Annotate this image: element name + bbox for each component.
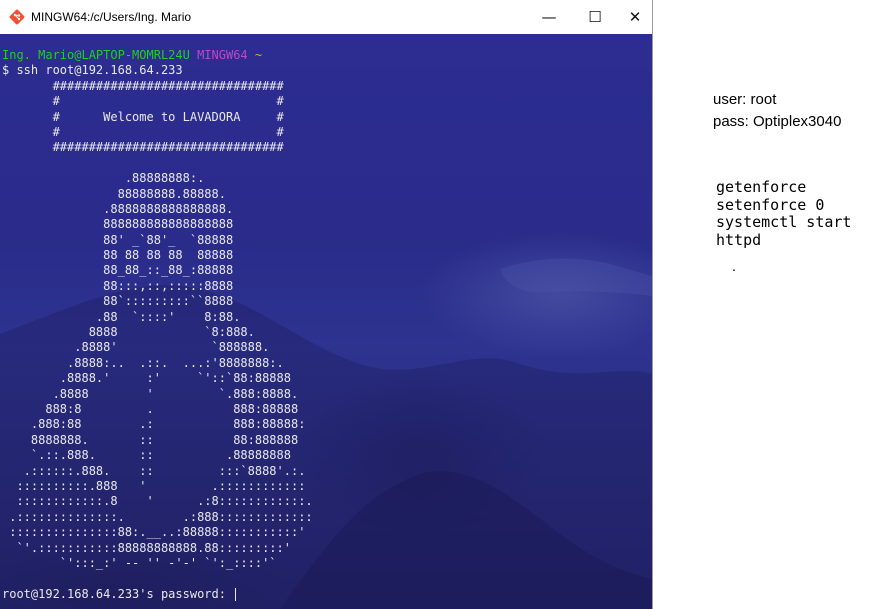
close-icon: ✕ (628, 8, 642, 26)
ascii-art-line (2, 571, 313, 586)
command-note: httpd (716, 230, 762, 249)
ascii-art-line: .88 `::::' 8:88. (2, 309, 241, 324)
ascii-art-line: `':::_:' -- '' -'-' `':_::::'` (2, 555, 277, 570)
command-note: getenforce (716, 178, 807, 196)
note-dot: . (732, 258, 736, 274)
ascii-art-line: .88888888:. (2, 171, 205, 186)
command-line: $ ssh root@192.168.64.233 (2, 63, 183, 78)
banner-line: # # (2, 94, 284, 109)
ascii-art-line: ::::::::::::.8 ' .:8::::::::::::. (2, 494, 313, 509)
ascii-art-line: 8888888. :: 88:888888 (2, 432, 299, 447)
maximize-button[interactable]: ☐ (572, 0, 618, 34)
ascii-art-line: 88' _`88'_ `88888 (2, 232, 234, 247)
command-notes: getenforce setenforce 0 systemctl start … (716, 178, 852, 249)
window-title: MINGW64:/c/Users/Ing. Mario (31, 10, 192, 24)
password-line: root@192.168.64.233's password: (2, 587, 313, 602)
ascii-art-line: 888:8 . 888:88888 (2, 401, 299, 416)
terminal-window: MINGW64:/c/Users/Ing. Mario — ☐ ✕ Ing. M… (0, 0, 653, 609)
prompt-path: ~ (254, 48, 263, 62)
banner-line: ################################ (2, 78, 284, 93)
ascii-art-line: .8888 ' `.888:8888. (2, 386, 299, 401)
terminal-area[interactable]: Ing. Mario@LAPTOP-MOMRL24U MINGW64 ~ $ ss… (0, 34, 652, 609)
ascii-art-line: 8888 `8:888. (2, 325, 255, 340)
ascii-art-line: .::::::.888. :: :::`8888'.:. (2, 463, 306, 478)
prompt-line: Ing. Mario@LAPTOP-MOMRL24U MINGW64 ~ (2, 48, 313, 63)
ascii-art-line: `'.:::::::::::88888888888.88:::::::::' (2, 540, 291, 555)
banner-line: ################################ (2, 140, 284, 155)
ascii-art-line: 88:::,::,:::::8888 (2, 278, 234, 293)
command-note: systemctl start (716, 213, 852, 231)
prompt-env: MINGW64 (197, 48, 248, 62)
text-cursor (235, 587, 237, 601)
banner-line: # Welcome to LAVADORA # (2, 109, 284, 124)
ascii-art-line: ::::::::::.888 ' .:::::::::::: (2, 478, 306, 493)
ascii-art-line: .8888.' :' `'::`88:88888 (2, 371, 291, 386)
notes-panel: user: root pass: Optiplex3040 (713, 89, 841, 133)
ascii-art-line: `.::.888. :: .88888888 (2, 448, 291, 463)
ascii-art-line: .::::::::::::::. .:888::::::::::::: (2, 509, 313, 524)
password-prompt: root@192.168.64.233's password: (2, 586, 234, 601)
minimize-icon: — (541, 8, 557, 26)
ascii-art-line: 888888888888888888 (2, 217, 234, 232)
terminal-output: Ing. Mario@LAPTOP-MOMRL24U MINGW64 ~ $ ss… (2, 48, 313, 602)
ascii-art-line: .8888:.. .::. ...:'8888888:. (2, 355, 284, 370)
note-pass: pass: Optiplex3040 (713, 113, 842, 130)
ascii-art-line (2, 156, 313, 171)
ascii-art-line: 88888888.88888. (2, 186, 226, 201)
ascii-art-logo: .88888888:. 88888888.88888. .88888888888… (2, 156, 313, 587)
ascii-art-line: 88 88 88 88 88888 (2, 248, 234, 263)
minimize-button[interactable]: — (526, 0, 572, 34)
maximize-icon: ☐ (588, 8, 602, 26)
command-note: setenforce 0 (716, 195, 825, 214)
note-user: user: root (713, 91, 777, 108)
git-bash-icon (9, 9, 25, 25)
ascii-art-line: 88`:::::::::``8888 (2, 294, 234, 309)
banner-line: # # (2, 124, 284, 139)
close-button[interactable]: ✕ (618, 0, 652, 34)
ascii-art-line: 88_88_::_88_:88888 (2, 263, 234, 278)
ascii-art-line: .8888' `888888. (2, 340, 270, 355)
ascii-art-line: .8888888888888888. (2, 201, 234, 216)
ascii-art-line: .888:88 .: 888:88888: (2, 417, 306, 432)
title-bar[interactable]: MINGW64:/c/Users/Ing. Mario — ☐ ✕ (0, 0, 652, 34)
ascii-art-line: :::::::::::::::88:.__..:88888:::::::::::… (2, 525, 306, 540)
prompt-user: Ing. Mario@LAPTOP-MOMRL24U (2, 48, 190, 62)
